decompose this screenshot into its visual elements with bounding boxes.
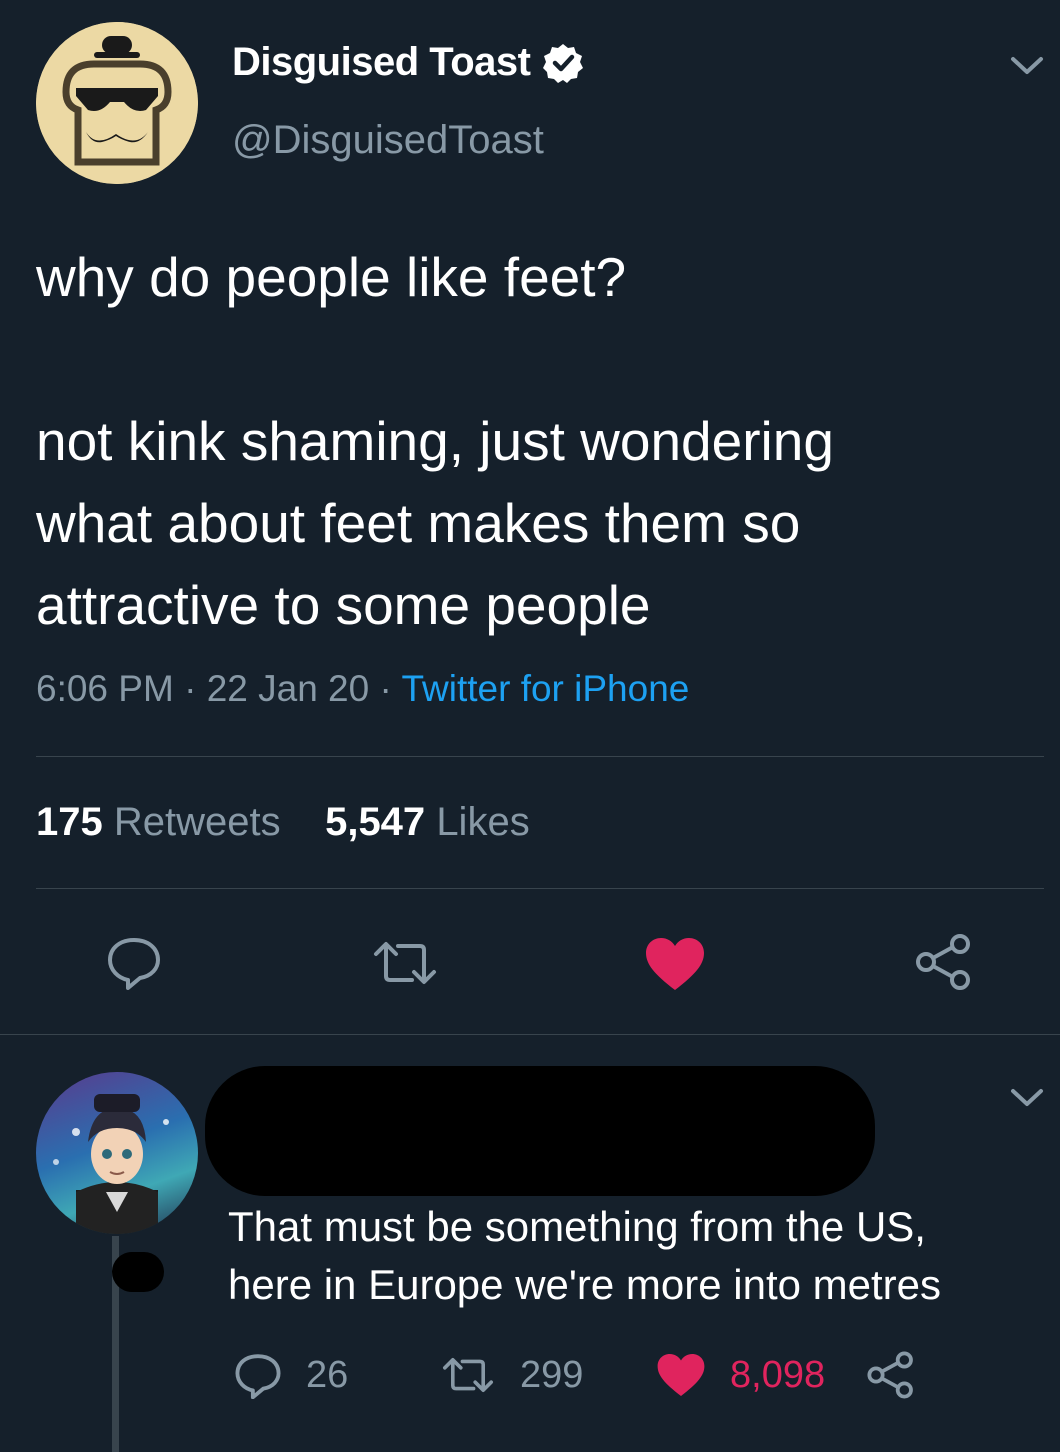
separator: · bbox=[379, 668, 392, 709]
author-name-row[interactable]: Disguised Toast bbox=[232, 40, 584, 85]
retweets-stat[interactable]: 175 Retweets bbox=[36, 800, 281, 844]
heart-icon bbox=[657, 1354, 705, 1396]
like-count: 8,098 bbox=[730, 1353, 826, 1396]
reply-icon bbox=[235, 1354, 281, 1399]
redaction-mark bbox=[112, 1252, 164, 1292]
chevron-down-icon[interactable] bbox=[1010, 56, 1044, 76]
author-avatar[interactable] bbox=[36, 22, 198, 184]
reply-body: That must be something from the US, here… bbox=[228, 1198, 1028, 1314]
reply-reply-action[interactable]: 26 bbox=[234, 1345, 348, 1405]
share-icon[interactable] bbox=[914, 932, 974, 992]
reply-author-avatar[interactable] bbox=[36, 1072, 198, 1234]
retweet-count: 299 bbox=[520, 1353, 584, 1396]
tweet-date: 22 Jan 20 bbox=[206, 668, 370, 709]
reply-retweet-action[interactable]: 299 bbox=[440, 1345, 583, 1405]
character-avatar-icon bbox=[53, 1094, 169, 1234]
retweets-count: 175 bbox=[36, 800, 103, 844]
reply-count: 26 bbox=[306, 1353, 349, 1396]
likes-label: Likes bbox=[436, 800, 530, 844]
reply-text-line: here in Europe we're more into metres bbox=[228, 1261, 942, 1308]
reply-icon[interactable] bbox=[106, 934, 162, 990]
tweet-source-link[interactable]: Twitter for iPhone bbox=[401, 668, 689, 709]
chevron-down-icon[interactable] bbox=[1010, 1088, 1044, 1108]
divider bbox=[36, 888, 1044, 889]
toast-logo-icon bbox=[36, 22, 198, 184]
tweet-text-line: why do people like feet? bbox=[36, 246, 627, 308]
verified-badge-icon bbox=[543, 43, 584, 83]
divider bbox=[0, 1034, 1060, 1035]
tweet-body: why do people like feet? not kink shamin… bbox=[36, 236, 1026, 646]
redacted-username bbox=[205, 1066, 875, 1196]
likes-count: 5,547 bbox=[325, 800, 426, 844]
tweet-metadata: 6:06 PM · 22 Jan 20 · Twitter for iPhone bbox=[36, 668, 689, 710]
tweet-text-line: what about feet makes them so bbox=[36, 492, 801, 554]
retweets-label: Retweets bbox=[113, 800, 281, 844]
retweet-icon bbox=[443, 1358, 493, 1392]
reply-text-line: That must be something from the US, bbox=[228, 1203, 926, 1250]
author-display-name[interactable]: Disguised Toast bbox=[232, 40, 531, 85]
tweet-text-line: attractive to some people bbox=[36, 574, 651, 636]
retweet-icon[interactable] bbox=[370, 940, 440, 986]
share-icon[interactable] bbox=[866, 1350, 916, 1400]
heart-icon[interactable] bbox=[644, 936, 706, 992]
tweet-text-line: not kink shaming, just wondering bbox=[36, 410, 834, 472]
separator: · bbox=[184, 668, 197, 709]
tweet-time: 6:06 PM bbox=[36, 668, 174, 709]
tweet-stats: 175 Retweets 5,547 Likes bbox=[36, 800, 530, 845]
reply-like-action[interactable]: 8,098 bbox=[656, 1345, 825, 1405]
author-handle[interactable]: @DisguisedToast bbox=[232, 118, 544, 163]
divider bbox=[36, 756, 1044, 757]
likes-stat[interactable]: 5,547 Likes bbox=[325, 800, 530, 844]
